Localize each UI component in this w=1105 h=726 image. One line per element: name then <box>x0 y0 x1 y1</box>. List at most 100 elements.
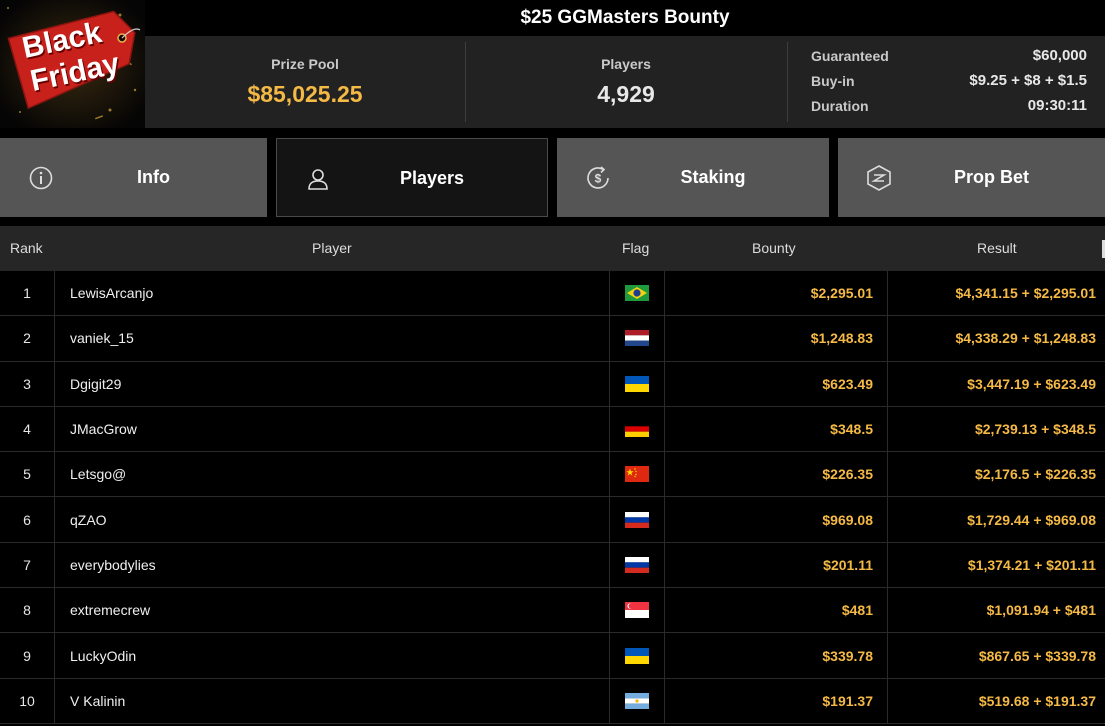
column-player[interactable]: Player <box>312 240 352 256</box>
bounty-cell: $2,295.01 <box>664 271 887 316</box>
rank-cell: 7 <box>23 556 31 573</box>
detail-key: Buy-in <box>811 73 855 89</box>
players-stat: Players 4,929 <box>465 36 787 128</box>
player-name-cell[interactable]: Letsgo@ <box>54 452 609 497</box>
player-name-cell[interactable]: Dgigit29 <box>54 361 609 406</box>
table-row[interactable]: 4 JMacGrow $348.5 $2,739.13 + $348.5 <box>0 406 1105 453</box>
table-row[interactable]: 5 Letsgo@ $226.35 $2,176.5 + $226.35 <box>0 452 1105 498</box>
tab-info[interactable]: Info <box>0 138 267 217</box>
detail-buy-in: Buy-in $9.25 + $8 + $1.5 <box>811 71 1087 96</box>
rank-cell: 2 <box>23 330 31 347</box>
player-name-cell[interactable]: JMacGrow <box>54 406 609 452</box>
rank-cell: 6 <box>23 511 31 528</box>
tournament-header: Black Friday $25 GGMasters Bounty Prize … <box>0 0 1105 128</box>
rank-cell: 4 <box>23 421 31 438</box>
prize-pool-value: $85,025.25 <box>247 81 363 107</box>
argentina-flag-icon <box>625 692 649 709</box>
black-friday-badge: Black Friday <box>0 0 145 128</box>
detail-guaranteed: Guaranteed $60,000 <box>811 46 1087 71</box>
table-row[interactable]: 6 qZAO $969.08 $1,729.44 + $969.08 <box>0 497 1105 543</box>
column-bounty[interactable]: Bounty <box>752 240 796 256</box>
players-label: Players <box>601 56 651 72</box>
result-cell: $2,176.5 + $226.35 <box>887 452 1105 497</box>
china-flag-icon <box>625 466 649 483</box>
result-cell: $3,447.19 + $623.49 <box>887 361 1105 406</box>
flag-cell <box>609 452 664 497</box>
rank-cell: 8 <box>23 602 31 619</box>
prize-pool-label: Prize Pool <box>271 56 339 72</box>
result-cell: $1,729.44 + $969.08 <box>887 497 1105 542</box>
tab-staking[interactable]: $ Staking <box>557 138 829 217</box>
tab-prop-bet[interactable]: Prop Bet <box>838 138 1105 217</box>
player-name-cell[interactable]: qZAO <box>54 497 609 542</box>
tab-label: Prop Bet <box>953 167 1029 187</box>
result-cell: $2,739.13 + $348.5 <box>887 406 1105 452</box>
bounty-cell: $969.08 <box>664 497 887 542</box>
table-header: Rank Player Flag Bounty Result <box>0 226 1105 271</box>
flag-cell <box>609 633 664 678</box>
table-row[interactable]: 3 Dgigit29 $623.49 $3,447.19 + $623.49 <box>0 361 1105 407</box>
stats-bar: Prize Pool $85,025.25 Players 4,929 Guar… <box>145 36 1105 128</box>
player-name-cell[interactable]: V Kalinin <box>54 678 609 723</box>
table-row[interactable]: 9 LuckyOdin $339.78 $867.65 + $339.78 <box>0 633 1105 679</box>
bounty-cell: $623.49 <box>664 361 887 406</box>
result-cell: $867.65 + $339.78 <box>887 633 1105 678</box>
flag-cell <box>609 542 664 588</box>
bounty-cell: $191.37 <box>664 678 887 723</box>
detail-value: $60,000 <box>1032 47 1087 64</box>
player-name-cell[interactable]: LewisArcanjo <box>54 271 609 316</box>
singapore-flag-icon <box>625 602 649 619</box>
table-row[interactable]: 1 LewisArcanjo $2,295.01 $4,341.15 + $2,295… <box>0 271 1105 317</box>
tab-players[interactable]: Players <box>276 138 548 217</box>
rank-cell: 1 <box>23 285 31 302</box>
prize-pool-stat: Prize Pool $85,025.25 <box>145 36 465 128</box>
detail-key: Duration <box>811 98 869 114</box>
players-table: Rank Player Flag Bounty Result 1 LewisArc… <box>0 226 1105 724</box>
tab-label: Info <box>137 167 170 187</box>
player-name-cell[interactable]: LuckyOdin <box>54 633 609 678</box>
table-row[interactable]: 10 V Kalinin $191.37 $519.68 + $191.37 <box>0 678 1105 724</box>
table-row[interactable]: 2 vaniek_15 $1,248.83 $4,338.29 + $1,248.83 <box>0 316 1105 362</box>
table-row[interactable]: 7 everybodylies $201.11 $1,374.21 + $201.11 <box>0 542 1105 589</box>
player-name-cell[interactable]: vaniek_15 <box>54 316 609 361</box>
tournament-details: Guaranteed $60,000 Buy-in $9.25 + $8 + $… <box>811 46 1087 121</box>
players-value: 4,929 <box>597 81 655 107</box>
result-cell: $4,338.29 + $1,248.83 <box>887 316 1105 361</box>
tournament-title: $25 GGMasters Bounty <box>145 0 1105 36</box>
ukraine-flag-icon <box>625 375 649 392</box>
tab-label: Staking <box>680 167 746 187</box>
result-cell: $4,341.15 + $2,295.01 <box>887 271 1105 316</box>
flag-cell <box>609 588 664 633</box>
player-name-cell[interactable]: everybodylies <box>54 542 609 588</box>
result-cell: $519.68 + $191.37 <box>887 678 1105 723</box>
bounty-cell: $226.35 <box>664 452 887 497</box>
detail-value: 09:30:11 <box>1027 97 1087 114</box>
rank-cell: 3 <box>23 375 31 392</box>
germany-flag-icon <box>625 421 649 438</box>
bounty-cell: $339.78 <box>664 633 887 678</box>
brazil-flag-icon <box>625 285 649 302</box>
result-cell: $1,374.21 + $201.11 <box>887 542 1105 588</box>
flag-cell <box>609 316 664 361</box>
ukraine-flag-icon <box>625 647 649 664</box>
column-rank[interactable]: Rank <box>10 240 43 256</box>
detail-key: Guaranteed <box>811 48 889 64</box>
table-row[interactable]: 8 extremecrew $481 $1,091.94 + $481 <box>0 588 1105 634</box>
tab-bar: Info Players $ Staking Prop Bet <box>0 138 1105 217</box>
flag-cell <box>609 271 664 316</box>
bounty-cell: $481 <box>664 588 887 633</box>
detail-duration: Duration 09:30:11 <box>811 96 1087 121</box>
rank-cell: 10 <box>19 692 35 709</box>
player-name-cell[interactable]: extremecrew <box>54 588 609 633</box>
russia-flag-icon <box>625 511 649 528</box>
table-body: 1 LewisArcanjo $2,295.01 $4,341.15 + $2,295… <box>0 271 1105 724</box>
flag-cell <box>609 406 664 452</box>
stat-divider <box>787 42 788 122</box>
column-flag[interactable]: Flag <box>622 240 649 256</box>
flag-cell <box>609 678 664 723</box>
result-cell: $1,091.94 + $481 <box>887 588 1105 633</box>
rank-cell: 9 <box>23 647 31 664</box>
detail-value: $9.25 + $8 + $1.5 <box>969 72 1087 89</box>
flag-cell <box>609 497 664 542</box>
column-result[interactable]: Result <box>977 240 1017 256</box>
